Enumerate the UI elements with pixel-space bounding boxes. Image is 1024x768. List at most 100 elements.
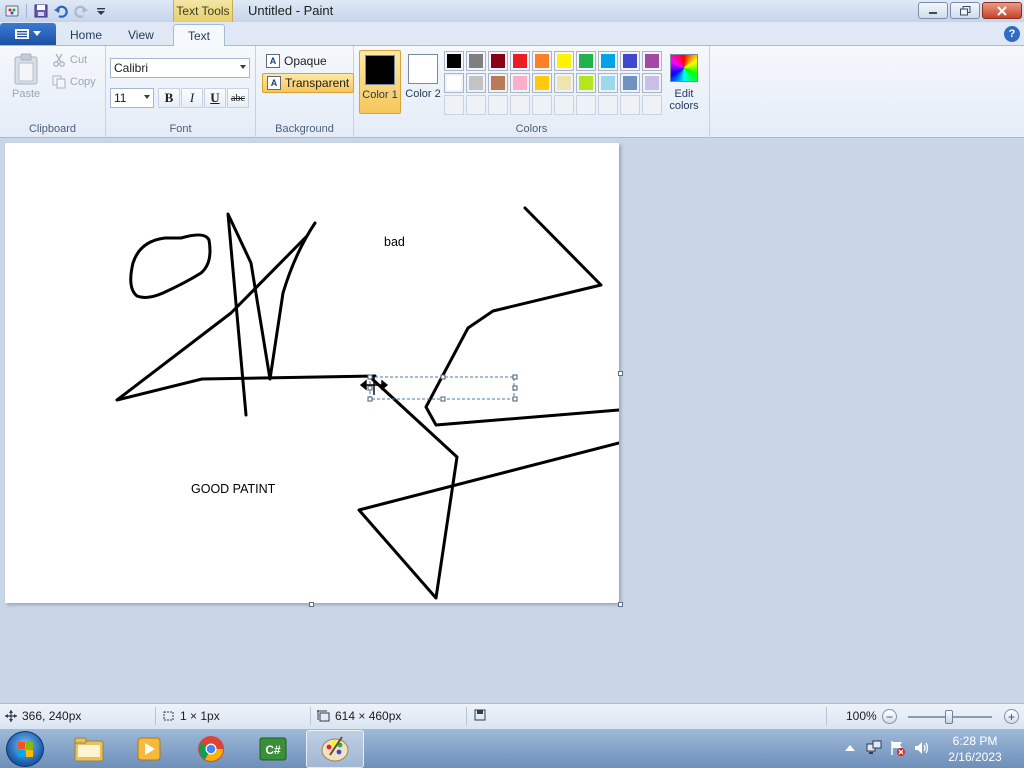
- palette-swatch[interactable]: [444, 51, 464, 71]
- palette-swatch[interactable]: [598, 73, 618, 93]
- palette-swatch[interactable]: [642, 73, 662, 93]
- italic-button[interactable]: I: [181, 88, 203, 108]
- color2-button[interactable]: Color 2: [402, 50, 444, 114]
- strikethrough-button[interactable]: abc: [227, 88, 249, 108]
- palette-swatch[interactable]: [466, 73, 486, 93]
- palette-swatch-empty[interactable]: [510, 95, 530, 115]
- palette-swatch-empty[interactable]: [576, 95, 596, 115]
- palette-swatch[interactable]: [488, 73, 508, 93]
- cut-button[interactable]: Cut: [52, 53, 87, 67]
- taskbar: C# 6:28 PM 2/16/2023: [0, 728, 1024, 768]
- close-button[interactable]: [982, 2, 1022, 19]
- color1-button[interactable]: Color 1: [359, 50, 401, 114]
- network-icon[interactable]: [866, 740, 882, 759]
- customize-qat-icon[interactable]: [91, 1, 111, 21]
- selection-size-value: 1 × 1px: [180, 709, 220, 723]
- palette-swatch-empty[interactable]: [444, 95, 464, 115]
- taskbar-explorer[interactable]: [60, 730, 118, 768]
- color2-swatch: [408, 54, 438, 84]
- paint-app-icon[interactable]: [2, 1, 22, 21]
- palette-swatch-empty[interactable]: [488, 95, 508, 115]
- palette-swatch-color: [535, 54, 549, 68]
- font-size-dropdown[interactable]: 11: [110, 88, 154, 108]
- volume-icon[interactable]: [914, 740, 930, 759]
- colors-group-label: Colors: [515, 123, 548, 135]
- palette-swatch-empty[interactable]: [554, 95, 574, 115]
- close-icon: [997, 5, 1007, 16]
- chevron-down-icon: [240, 65, 246, 69]
- show-hidden-icons-button[interactable]: [845, 741, 855, 755]
- palette-swatch[interactable]: [488, 51, 508, 71]
- font-size-value: 11: [114, 91, 127, 105]
- canvas-resize-handle-corner[interactable]: [618, 602, 623, 607]
- start-button[interactable]: [6, 731, 44, 767]
- palette-swatch[interactable]: [642, 51, 662, 71]
- palette-swatch[interactable]: [620, 73, 640, 93]
- selection-size: 1 × 1px: [162, 709, 220, 723]
- palette-swatch-empty[interactable]: [532, 95, 552, 115]
- restore-button[interactable]: [950, 2, 980, 19]
- taskbar-csharp-app[interactable]: C#: [244, 730, 302, 768]
- redo-icon[interactable]: [71, 1, 91, 21]
- tab-view[interactable]: View: [114, 24, 168, 46]
- system-clock[interactable]: 6:28 PM 2/16/2023: [940, 733, 1010, 765]
- status-separator: [310, 707, 311, 725]
- bold-button[interactable]: B: [158, 88, 180, 108]
- palette-swatch[interactable]: [444, 73, 464, 93]
- font-family-dropdown[interactable]: Calibri: [110, 58, 250, 78]
- undo-icon[interactable]: [51, 1, 71, 21]
- palette-swatch[interactable]: [554, 51, 574, 71]
- zoom-out-button[interactable]: −: [882, 709, 897, 724]
- taskbar-chrome[interactable]: [182, 730, 240, 768]
- chevron-up-icon: [845, 745, 855, 751]
- canvas-resize-handle-right[interactable]: [618, 371, 623, 376]
- palette-swatch-color: [623, 54, 637, 68]
- edit-colors-button[interactable]: Edit colors: [664, 50, 704, 114]
- paste-button[interactable]: [14, 53, 40, 85]
- selection-icon: [163, 711, 174, 721]
- palette-swatch[interactable]: [466, 51, 486, 71]
- palette-swatch[interactable]: [576, 51, 596, 71]
- tab-home[interactable]: Home: [56, 24, 116, 46]
- disk-icon: [474, 709, 486, 721]
- zoom-in-button[interactable]: +: [1004, 709, 1019, 724]
- palette-swatch[interactable]: [510, 51, 530, 71]
- chrome-icon: [198, 736, 224, 762]
- palette-swatch[interactable]: [620, 51, 640, 71]
- palette-swatch-color: [579, 76, 593, 90]
- copy-button[interactable]: Copy: [52, 75, 96, 89]
- zoom-slider-thumb[interactable]: [945, 710, 953, 724]
- taskbar-media-player[interactable]: [120, 730, 178, 768]
- palette-swatch-color: [557, 54, 571, 68]
- palette-swatch-empty[interactable]: [642, 95, 662, 115]
- action-center-icon[interactable]: [890, 740, 906, 759]
- palette-swatch[interactable]: [532, 51, 552, 71]
- canvas-text-bad: bad: [384, 235, 405, 249]
- taskbar-paint[interactable]: [306, 730, 364, 768]
- underline-button[interactable]: U: [204, 88, 226, 108]
- save-icon[interactable]: [31, 1, 51, 21]
- background-group: A Opaque A Transparent Background: [256, 46, 355, 138]
- color1-label: Color 1: [362, 89, 398, 101]
- palette-swatch[interactable]: [554, 73, 574, 93]
- palette-swatch[interactable]: [576, 73, 596, 93]
- palette-swatch-color: [601, 76, 615, 90]
- transparent-label: Transparent: [285, 76, 350, 90]
- tab-text[interactable]: Text: [173, 24, 226, 47]
- image-size-value: 614 × 460px: [335, 709, 402, 723]
- palette-swatch[interactable]: [598, 51, 618, 71]
- paint-menu-button[interactable]: [0, 23, 56, 45]
- minimize-button[interactable]: [918, 2, 948, 19]
- palette-swatch[interactable]: [532, 73, 552, 93]
- ribbon: Paste Cut Copy Clipboard Calibri 11 B I …: [0, 46, 1024, 138]
- opaque-button[interactable]: A Opaque: [262, 51, 331, 71]
- canvas-resize-handle-bottom[interactable]: [309, 602, 314, 607]
- palette-swatch-empty[interactable]: [620, 95, 640, 115]
- transparent-button[interactable]: A Transparent: [262, 73, 355, 93]
- palette-swatch-empty[interactable]: [466, 95, 486, 115]
- help-icon[interactable]: ?: [1004, 26, 1020, 42]
- drawing-canvas[interactable]: bad GOOD PATINT: [5, 143, 619, 603]
- paste-label: Paste: [12, 88, 41, 100]
- palette-swatch[interactable]: [510, 73, 530, 93]
- palette-swatch-empty[interactable]: [598, 95, 618, 115]
